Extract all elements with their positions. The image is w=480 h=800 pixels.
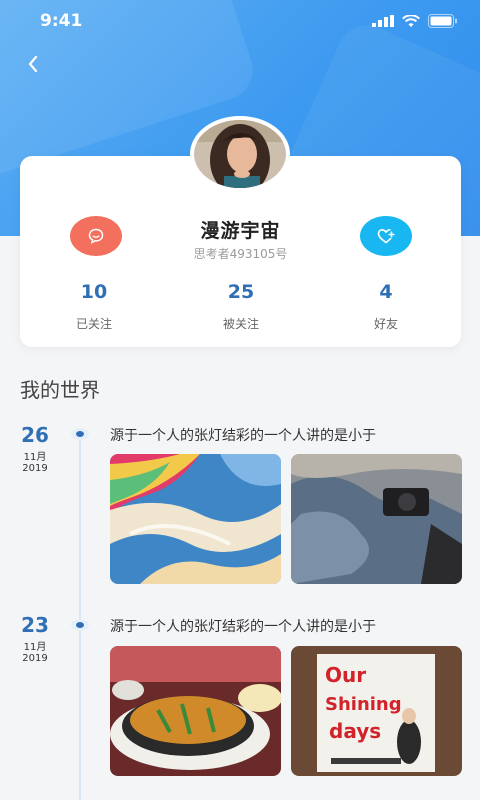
stat-friends-label: 好友 xyxy=(373,317,398,331)
stat-followers-label: 被关注 xyxy=(222,317,259,331)
timeline-entry-text[interactable]: 源于一个人的张灯结彩的一个人讲的是小于 xyxy=(110,616,376,636)
stat-following-label: 已关注 xyxy=(75,317,112,331)
timeline-month: 11月 xyxy=(23,642,47,653)
svg-text:days: days xyxy=(329,719,381,743)
avatar[interactable] xyxy=(190,116,290,192)
entry-photo-denim[interactable] xyxy=(291,454,462,584)
section-title: 我的世界 xyxy=(20,378,100,402)
svg-text:Our: Our xyxy=(325,663,366,687)
stat-following-value: 10 xyxy=(80,281,108,303)
status-time: 9:41 xyxy=(40,11,83,31)
timeline-month: 11月 xyxy=(23,452,47,463)
favorite-button[interactable] xyxy=(360,216,412,256)
timeline-day: 23 xyxy=(21,613,49,637)
timeline-dot xyxy=(71,619,89,631)
timeline-year: 2019 xyxy=(22,463,48,474)
status-icons xyxy=(372,14,458,28)
stat-following[interactable]: 10 已关注 xyxy=(44,281,144,332)
stat-followers-value: 25 xyxy=(227,281,255,303)
timeline-day: 26 xyxy=(21,423,49,447)
stat-friends[interactable]: 4 好友 xyxy=(336,281,436,332)
svg-text:Shining: Shining xyxy=(325,694,402,715)
timeline-date: 23 11月 2019 xyxy=(18,613,52,664)
wifi-icon xyxy=(402,14,420,27)
timeline-dot xyxy=(71,428,89,440)
signal-icon xyxy=(372,15,394,27)
timeline-line xyxy=(79,430,81,800)
chevron-left-icon[interactable] xyxy=(22,52,46,76)
battery-icon xyxy=(428,14,457,28)
timeline-entry-text[interactable]: 源于一个人的张灯结彩的一个人讲的是小于 xyxy=(110,425,376,445)
heart-plus-icon xyxy=(377,228,395,244)
stat-friends-value: 4 xyxy=(379,281,393,303)
entry-photo-curry[interactable] xyxy=(110,646,281,776)
timeline-year: 2019 xyxy=(22,653,48,664)
entry-photo-poster[interactable]: Our Shining days xyxy=(291,646,462,776)
entry-photo-marble[interactable] xyxy=(110,454,281,584)
timeline-date: 26 11月 2019 xyxy=(18,423,52,474)
status-bar: 9:41 xyxy=(0,0,480,44)
stat-followers[interactable]: 25 被关注 xyxy=(191,281,291,332)
